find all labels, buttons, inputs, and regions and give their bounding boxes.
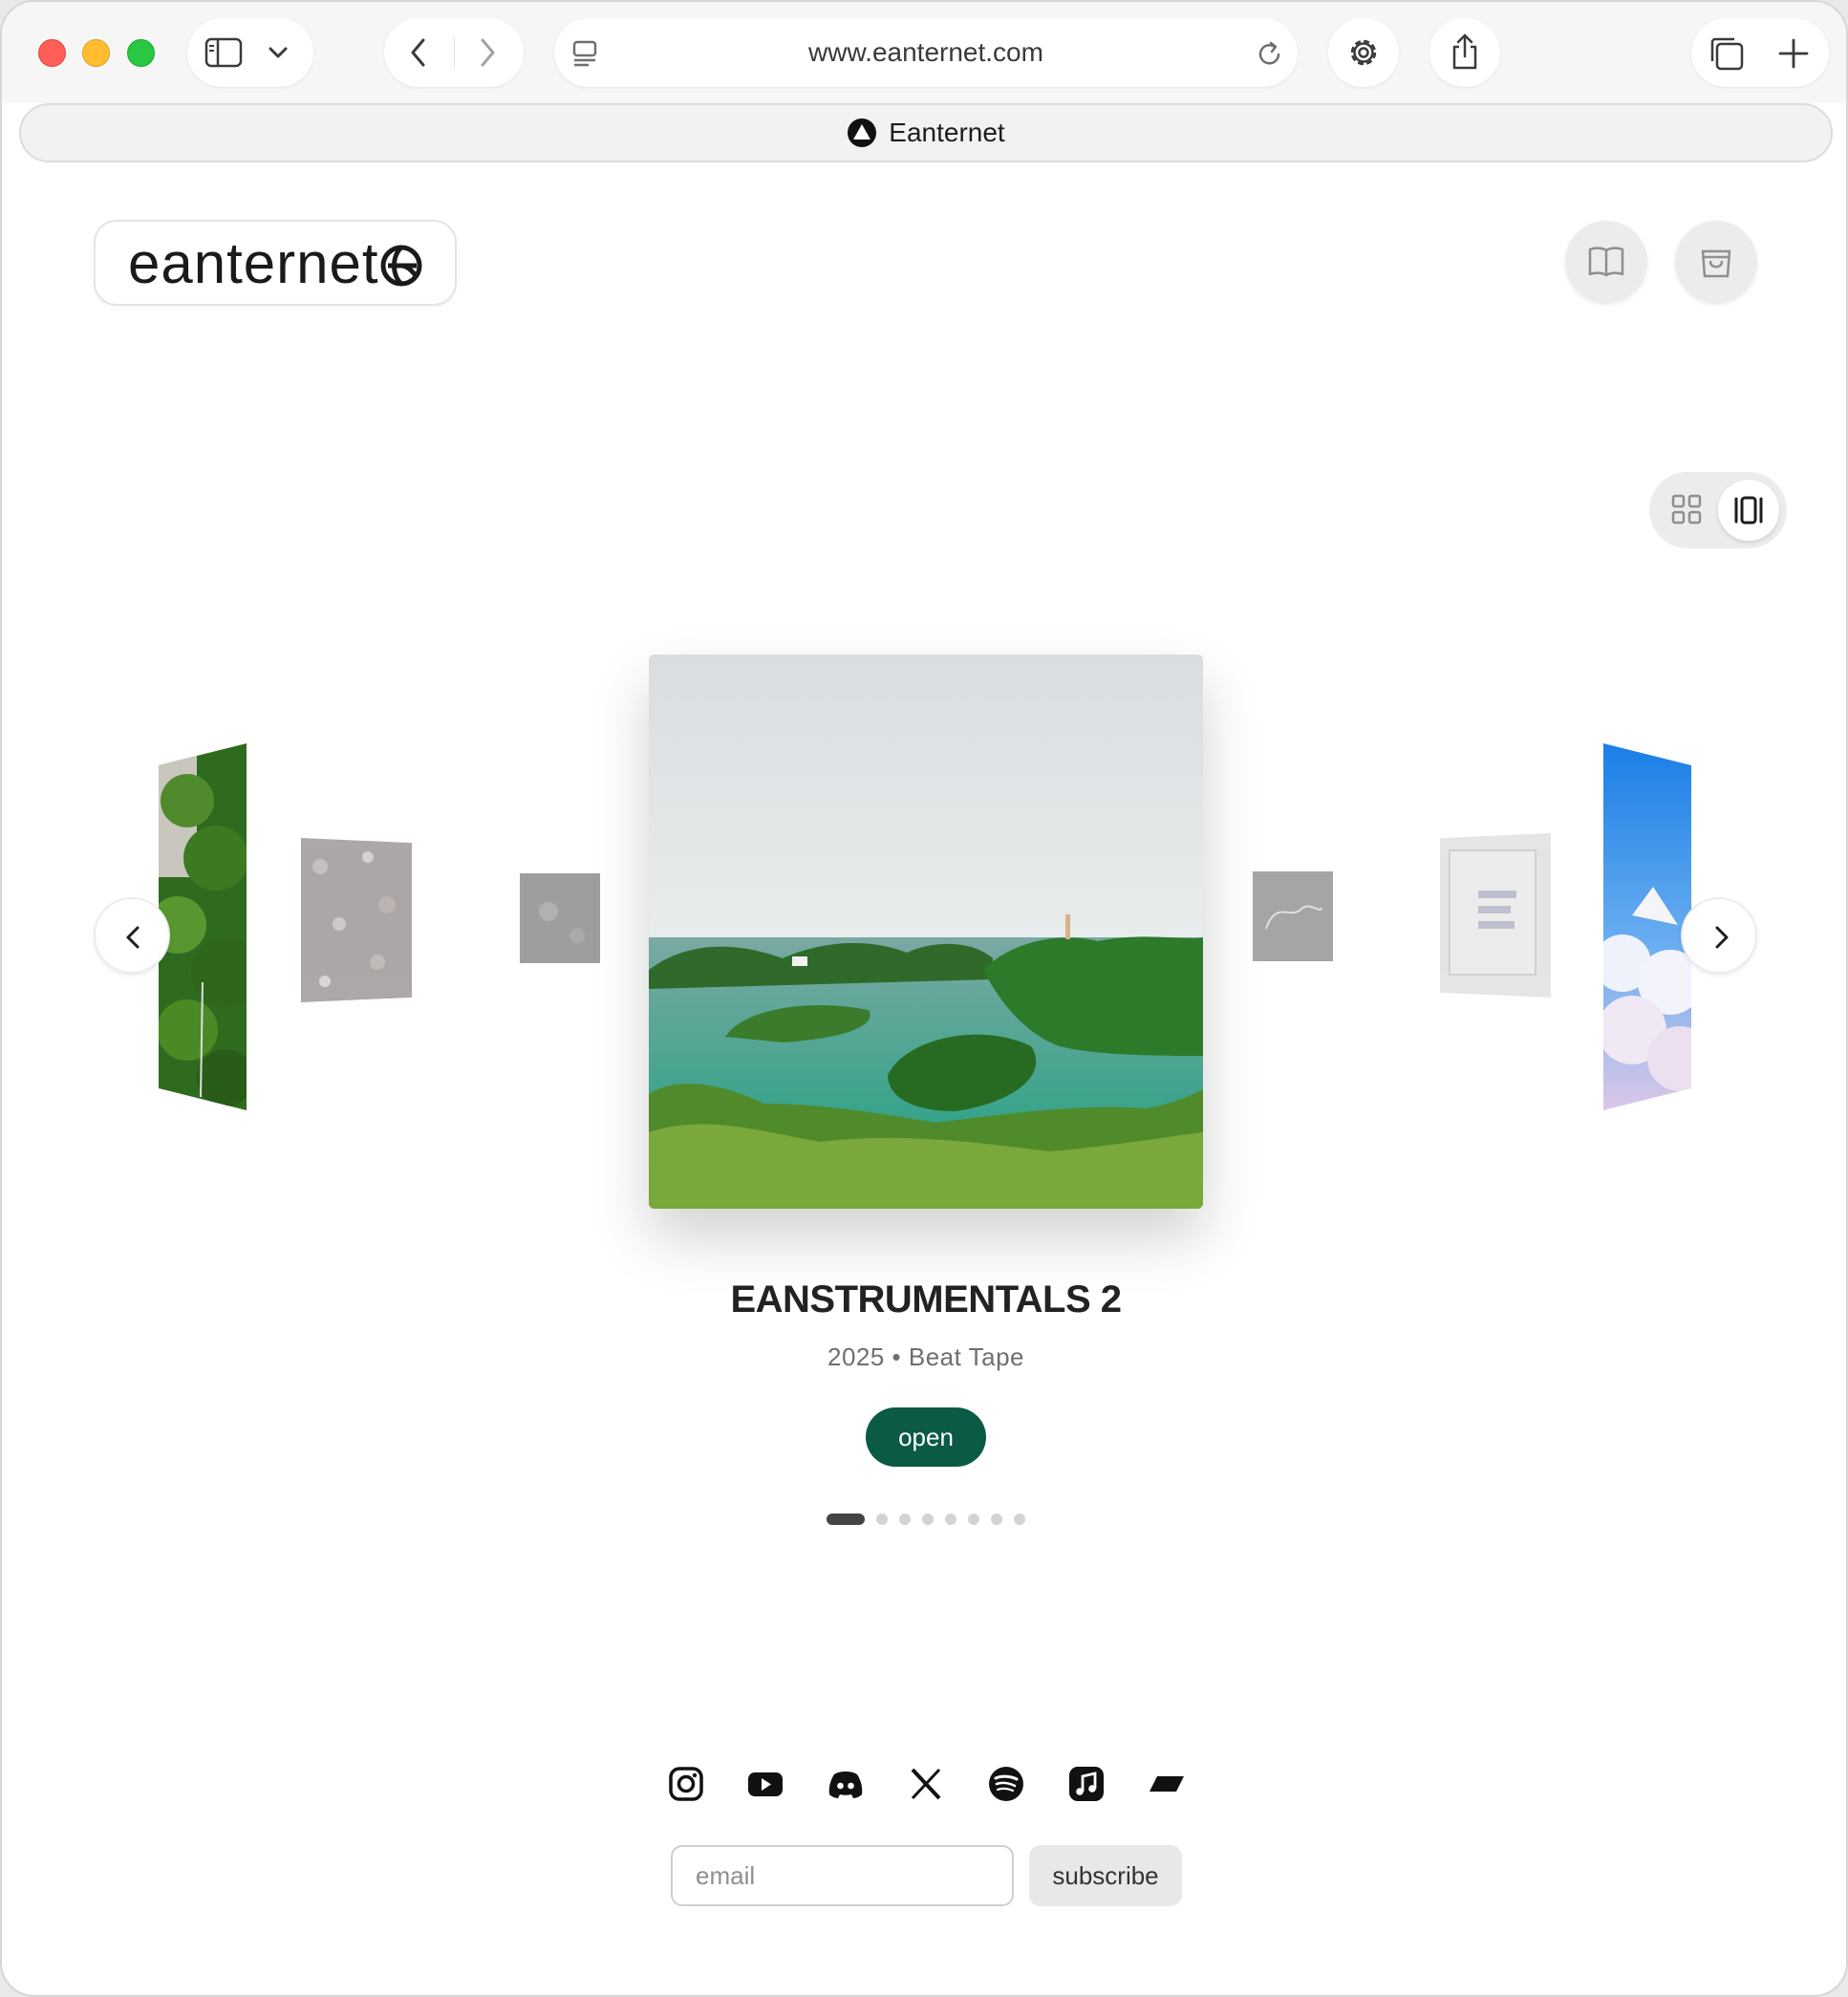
pagination-dot[interactable] [968,1514,979,1525]
share-button[interactable] [1429,18,1500,87]
pagination-dot[interactable] [827,1514,865,1525]
address-bar[interactable]: www.eanternet.com [554,18,1298,87]
carousel-next-button[interactable] [1681,897,1757,974]
book-button[interactable] [1565,221,1647,303]
album-cover-current[interactable] [649,655,1203,1209]
spotify-icon[interactable] [987,1765,1025,1803]
url-text[interactable]: www.eanternet.com [554,18,1298,87]
minimize-window-button[interactable] [82,39,110,67]
x-icon[interactable] [907,1765,945,1803]
tab-overview-icon[interactable] [1708,35,1745,72]
album-cover-previous-far[interactable] [159,743,247,1110]
zoom-window-button[interactable] [127,39,155,67]
navigation-controls [384,18,524,87]
discord-icon[interactable] [827,1765,865,1803]
forest-artwork [159,743,247,1110]
browser-toolbar: www.eanternet.com [2,2,1846,103]
view-mode-toggle [1649,472,1787,548]
stone-texture-artwork [301,838,412,1002]
album-title: EANSTRUMENTALS 2 [730,1278,1122,1321]
tab-title: Eanternet [889,118,1005,147]
logo-text: eanternet [128,231,379,295]
reload-icon[interactable] [1256,39,1284,68]
album-cover-previous-2[interactable] [301,838,412,1002]
chevron-left-icon [126,926,140,949]
pagination-dot[interactable] [991,1514,1002,1525]
apple-music-icon[interactable] [1067,1765,1106,1803]
shopping-bag-icon [1701,249,1731,278]
pagination-dot[interactable] [876,1514,888,1525]
nav-divider [454,37,455,68]
instagram-icon[interactable] [667,1765,705,1803]
tidal-icon[interactable] [1148,1765,1186,1803]
chevron-right-icon [1715,926,1729,949]
close-window-button[interactable] [38,39,66,67]
gear-icon [1350,39,1377,66]
pink-skies-artwork [1440,833,1551,998]
new-tab-plus-icon[interactable] [1777,37,1810,70]
globe-icon [380,245,422,287]
islands-artwork [649,655,1203,1209]
site-favicon-icon [848,118,877,147]
sidebar-toggle-button[interactable] [187,18,313,87]
dark-texture-artwork [520,873,600,963]
subscribe-button[interactable]: subscribe [1029,1845,1182,1906]
album-cover-next-far[interactable] [1603,743,1691,1110]
pagination-dot[interactable] [922,1514,934,1525]
album-cover-previous-1[interactable] [520,873,600,963]
forward-arrow-icon[interactable] [476,37,499,68]
dark-script-artwork [1253,871,1333,961]
album-cover-next-1[interactable] [1253,871,1333,961]
cart-button[interactable] [1675,221,1757,303]
youtube-icon[interactable] [746,1765,784,1803]
open-album-button[interactable]: open [866,1407,986,1467]
share-icon [1452,33,1477,70]
album-meta: 2025 • Beat Tape [827,1342,1024,1371]
pagination-dot[interactable] [1014,1514,1025,1525]
book-open-icon [1588,247,1624,277]
browser-window: www.eanternet.com Eanternet eanternet EA… [0,0,1848,1997]
sidebar-icon [204,37,243,68]
email-input[interactable] [671,1845,1014,1906]
back-arrow-icon[interactable] [407,37,430,68]
carousel-view-button[interactable] [1718,480,1779,541]
clouds-artwork [1603,743,1691,1110]
pagination-dot[interactable] [945,1514,956,1525]
carousel-prev-button[interactable] [94,897,170,974]
grid-view-icon[interactable] [1670,493,1703,526]
album-cover-next-2[interactable] [1440,833,1551,998]
settings-button[interactable] [1328,18,1399,87]
pagination-dot[interactable] [899,1514,911,1525]
carousel-view-icon [1734,496,1763,525]
chevron-down-icon[interactable] [268,45,289,60]
site-logo[interactable]: eanternet [94,220,457,306]
tab-controls [1691,18,1829,87]
active-tab[interactable]: Eanternet [19,103,1833,162]
